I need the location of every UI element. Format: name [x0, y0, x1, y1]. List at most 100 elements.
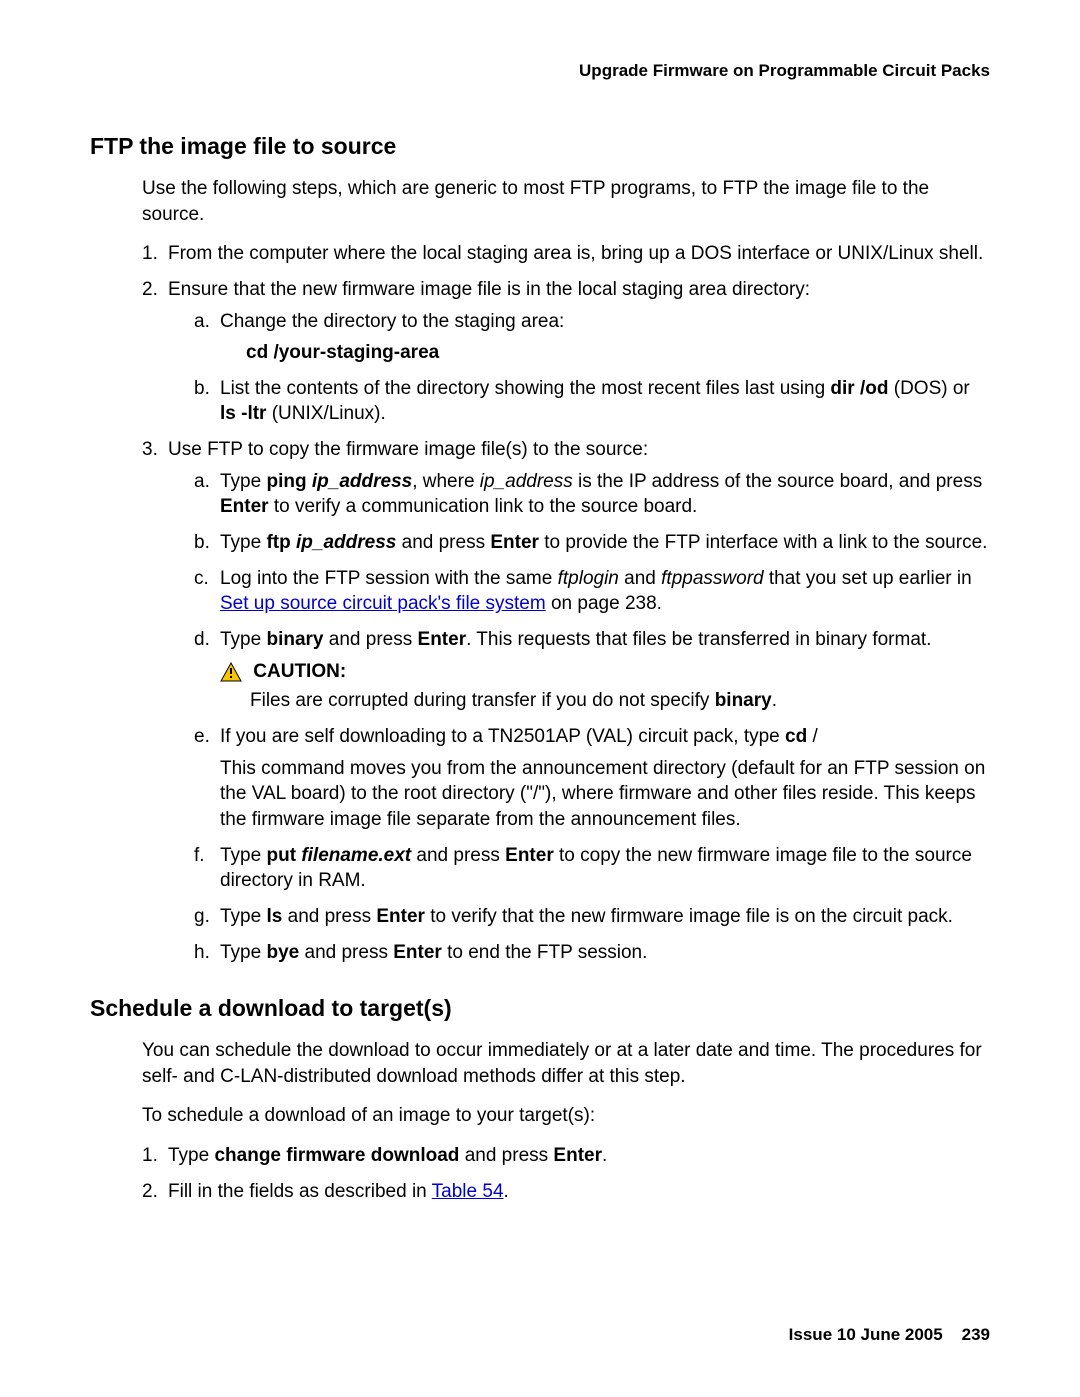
text-fragment: .: [772, 690, 777, 711]
s2-step-1: 1. Type change firmware download and pre…: [142, 1143, 990, 1169]
section2-body: You can schedule the download to occur i…: [142, 1038, 990, 1204]
caution-block: CAUTION:: [220, 659, 990, 685]
key-enter: Enter: [505, 845, 554, 866]
list-marker: a.: [194, 309, 210, 335]
text-fragment: Type: [220, 942, 266, 963]
step-3h: h. Type bye and press Enter to end the F…: [194, 940, 990, 966]
key-enter: Enter: [553, 1145, 602, 1166]
caution-label: CAUTION:: [253, 659, 346, 685]
step-text: List the contents of the directory showi…: [220, 378, 970, 425]
section1-steps: 1. From the computer where the local sta…: [142, 241, 990, 965]
step-text: Type bye and press Enter to end the FTP …: [220, 942, 647, 963]
text-fragment: /: [807, 726, 818, 747]
text-fragment: to provide the FTP interface with a link…: [539, 532, 988, 553]
step-text: Log into the FTP session with the same f…: [220, 568, 972, 615]
step-3a: a. Type ping ip_address, where ip_addres…: [194, 469, 990, 520]
text-fragment: Type: [220, 532, 266, 553]
command-cd: cd: [785, 726, 807, 747]
list-marker: c.: [194, 566, 209, 592]
arg-ip-address: ip_address: [480, 471, 573, 492]
text-fragment: Log into the FTP session with the same: [220, 568, 558, 589]
text-fragment: that you set up earlier in: [764, 568, 972, 589]
list-marker: 3.: [142, 437, 158, 463]
section2-steps: 1. Type change firmware download and pre…: [142, 1143, 990, 1204]
step-2b: b. List the contents of the directory sh…: [194, 376, 990, 427]
list-marker: b.: [194, 376, 210, 402]
page: Upgrade Firmware on Programmable Circuit…: [0, 0, 1080, 1397]
step-3d: d. Type binary and press Enter. This req…: [194, 627, 990, 714]
list-marker: e.: [194, 724, 210, 750]
step-3c: c. Log into the FTP session with the sam…: [194, 566, 990, 617]
footer-page-number: 239: [962, 1325, 990, 1344]
command-change-firmware: change firmware download: [214, 1145, 459, 1166]
link-setup-source[interactable]: Set up source circuit pack's file system: [220, 593, 546, 614]
page-footer: Issue 10 June 2005 239: [789, 1324, 990, 1347]
section-heading-ftp: FTP the image file to source: [90, 131, 990, 162]
step-text: Type put filename.ext and press Enter to…: [220, 845, 972, 892]
caution-text: Files are corrupted during transfer if y…: [250, 688, 990, 714]
text-fragment: and: [619, 568, 661, 589]
command-bye: bye: [266, 942, 299, 963]
list-marker: h.: [194, 940, 210, 966]
text-fragment: and press: [324, 629, 418, 650]
step-text: Use FTP to copy the firmware image file(…: [168, 439, 648, 460]
section-heading-schedule: Schedule a download to target(s): [90, 993, 990, 1024]
text-fragment: and press: [459, 1145, 553, 1166]
command-ping: ping: [266, 471, 311, 492]
command-ls: ls: [266, 906, 282, 927]
step-text: Type change firmware download and press …: [168, 1145, 607, 1166]
key-enter: Enter: [418, 629, 467, 650]
text-fragment: . This requests that files be transferre…: [466, 629, 931, 650]
step-2a: a. Change the directory to the staging a…: [194, 309, 990, 366]
link-table-54[interactable]: Table 54: [432, 1181, 504, 1202]
text-fragment: Type: [220, 629, 266, 650]
step-text: Fill in the fields as described in Table…: [168, 1181, 509, 1202]
step-3e: e. If you are self downloading to a TN25…: [194, 724, 990, 833]
section2-p2: To schedule a download of an image to yo…: [142, 1103, 990, 1129]
list-marker: a.: [194, 469, 210, 495]
caution-icon: [220, 662, 242, 682]
key-enter: Enter: [490, 532, 539, 553]
text-fragment: If you are self downloading to a TN2501A…: [220, 726, 785, 747]
text-fragment: and press: [299, 942, 393, 963]
text-fragment: , where: [412, 471, 480, 492]
text-fragment: .: [504, 1181, 509, 1202]
step-1: 1. From the computer where the local sta…: [142, 241, 990, 267]
text-fragment: and press: [396, 532, 490, 553]
step-text: If you are self downloading to a TN2501A…: [220, 726, 818, 747]
list-marker: d.: [194, 627, 210, 653]
step3-sublist: a. Type ping ip_address, where ip_addres…: [168, 469, 990, 965]
step-3: 3. Use FTP to copy the firmware image fi…: [142, 437, 990, 965]
step-text: Ensure that the new firmware image file …: [168, 279, 810, 300]
s2-step-2: 2. Fill in the fields as described in Ta…: [142, 1179, 990, 1205]
step-text: Type ping ip_address, where ip_address i…: [220, 471, 982, 518]
arg-ip-address: ip_address: [312, 471, 412, 492]
text-fragment: Fill in the fields as described in: [168, 1181, 432, 1202]
step-text: Change the directory to the staging area…: [220, 311, 564, 332]
command-binary: binary: [266, 629, 323, 650]
text-fragment: .: [602, 1145, 607, 1166]
command-ls: ls -ltr: [220, 403, 266, 424]
footer-issue: Issue 10 June 2005: [789, 1325, 943, 1344]
step-text: From the computer where the local stagin…: [168, 243, 983, 264]
command-cd: cd /your-staging-area: [246, 340, 990, 366]
step-text: Type ls and press Enter to verify that t…: [220, 906, 953, 927]
section1-body: Use the following steps, which are gener…: [142, 176, 990, 965]
text-fragment: Type: [220, 845, 266, 866]
text-fragment: to end the FTP session.: [442, 942, 648, 963]
list-marker: 1.: [142, 241, 158, 267]
list-marker: 2.: [142, 1179, 158, 1205]
arg-ftplogin: ftplogin: [558, 568, 619, 589]
key-enter: Enter: [376, 906, 425, 927]
text-fragment: is the IP address of the source board, a…: [573, 471, 982, 492]
running-header: Upgrade Firmware on Programmable Circuit…: [90, 60, 990, 83]
text-fragment: on page 238.: [546, 593, 662, 614]
text-fragment: Type: [220, 471, 266, 492]
command-dir: dir /od: [830, 378, 888, 399]
text-fragment: (UNIX/Linux).: [266, 403, 385, 424]
text-fragment: to verify a communication link to the so…: [269, 496, 698, 517]
list-marker: b.: [194, 530, 210, 556]
text-fragment: Type: [168, 1145, 214, 1166]
step-3g: g. Type ls and press Enter to verify tha…: [194, 904, 990, 930]
step-2: 2. Ensure that the new firmware image fi…: [142, 277, 990, 427]
